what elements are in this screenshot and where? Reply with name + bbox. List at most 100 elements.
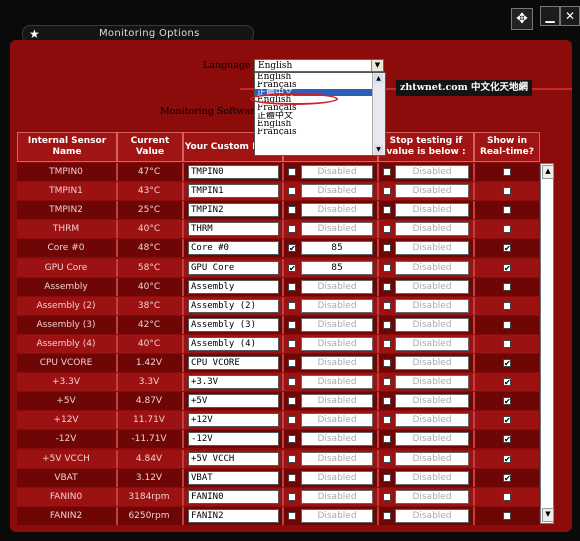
custom-name-input[interactable]: THRM bbox=[188, 222, 279, 237]
above-checkbox[interactable] bbox=[288, 378, 296, 387]
above-checkbox[interactable] bbox=[288, 282, 296, 291]
realtime-checkbox[interactable]: ✔ bbox=[503, 416, 511, 425]
below-value-input[interactable]: Disabled bbox=[395, 432, 469, 447]
custom-name-input[interactable]: +12V bbox=[188, 413, 279, 428]
realtime-checkbox[interactable]: ✔ bbox=[503, 397, 511, 406]
realtime-checkbox[interactable] bbox=[503, 511, 511, 520]
language-select[interactable]: English ▼ bbox=[254, 59, 384, 72]
scroll-down-icon[interactable]: ▼ bbox=[542, 508, 554, 522]
custom-name-input[interactable]: +5V bbox=[188, 394, 279, 409]
above-value-input[interactable]: Disabled bbox=[301, 298, 373, 313]
custom-name-input[interactable]: Assembly (4) bbox=[188, 336, 279, 351]
above-checkbox[interactable] bbox=[288, 511, 296, 520]
above-value-input[interactable]: Disabled bbox=[301, 451, 373, 466]
language-option[interactable]: Français bbox=[255, 104, 385, 112]
below-value-input[interactable]: Disabled bbox=[395, 356, 469, 370]
realtime-checkbox[interactable] bbox=[503, 301, 511, 310]
above-value-input[interactable]: Disabled bbox=[301, 508, 373, 523]
dropdown-scroll-up-icon[interactable]: ▲ bbox=[374, 74, 383, 83]
realtime-checkbox[interactable]: ✔ bbox=[503, 244, 511, 253]
below-value-input[interactable]: Disabled bbox=[395, 317, 469, 332]
above-value-input[interactable]: Disabled bbox=[301, 432, 373, 447]
realtime-checkbox[interactable]: ✔ bbox=[503, 359, 511, 368]
realtime-checkbox[interactable] bbox=[503, 320, 511, 329]
below-checkbox[interactable] bbox=[383, 359, 391, 367]
above-checkbox[interactable]: ✔ bbox=[288, 263, 296, 272]
above-checkbox[interactable] bbox=[288, 206, 296, 215]
custom-name-input[interactable]: +3.3V bbox=[188, 375, 279, 390]
below-checkbox[interactable] bbox=[383, 378, 391, 387]
above-value-input[interactable]: Disabled bbox=[301, 413, 373, 428]
realtime-checkbox[interactable] bbox=[503, 206, 511, 215]
dropdown-scroll-down-icon[interactable]: ▼ bbox=[374, 145, 383, 154]
above-checkbox[interactable] bbox=[288, 168, 296, 176]
above-value-input[interactable]: Disabled bbox=[301, 336, 373, 351]
below-checkbox[interactable] bbox=[383, 225, 391, 234]
minimize-button[interactable]: ▁ bbox=[540, 6, 560, 26]
below-checkbox[interactable] bbox=[383, 416, 391, 425]
realtime-checkbox[interactable]: ✔ bbox=[503, 378, 511, 387]
above-value-input[interactable]: Disabled bbox=[301, 489, 373, 504]
below-checkbox[interactable] bbox=[383, 320, 391, 329]
above-value-input[interactable]: Disabled bbox=[301, 356, 373, 370]
above-checkbox[interactable] bbox=[288, 320, 296, 329]
below-value-input[interactable]: Disabled bbox=[395, 165, 469, 179]
below-checkbox[interactable] bbox=[383, 511, 391, 520]
custom-name-input[interactable]: -12V bbox=[188, 432, 279, 447]
custom-name-input[interactable]: CPU VCORE bbox=[188, 356, 279, 370]
realtime-checkbox[interactable]: ✔ bbox=[503, 454, 511, 463]
above-value-input[interactable]: Disabled bbox=[301, 470, 373, 485]
realtime-checkbox[interactable] bbox=[503, 282, 511, 291]
custom-name-input[interactable]: FANIN0 bbox=[188, 489, 279, 504]
below-value-input[interactable]: Disabled bbox=[395, 508, 469, 523]
below-checkbox[interactable] bbox=[383, 187, 391, 196]
above-checkbox[interactable] bbox=[288, 225, 296, 234]
scroll-up-icon[interactable]: ▲ bbox=[542, 165, 554, 179]
above-checkbox[interactable] bbox=[288, 339, 296, 348]
below-checkbox[interactable] bbox=[383, 397, 391, 406]
below-checkbox[interactable] bbox=[383, 282, 391, 291]
realtime-checkbox[interactable]: ✔ bbox=[503, 263, 511, 272]
above-checkbox[interactable] bbox=[288, 492, 296, 501]
below-checkbox[interactable] bbox=[383, 301, 391, 310]
below-value-input[interactable]: Disabled bbox=[395, 489, 469, 504]
language-option[interactable]: English bbox=[255, 120, 385, 128]
realtime-checkbox[interactable] bbox=[503, 339, 511, 348]
below-value-input[interactable]: Disabled bbox=[395, 279, 469, 294]
below-value-input[interactable]: Disabled bbox=[395, 394, 469, 409]
custom-name-input[interactable]: Assembly (3) bbox=[188, 317, 279, 332]
below-checkbox[interactable] bbox=[383, 263, 391, 272]
custom-name-input[interactable]: Assembly bbox=[188, 279, 279, 294]
below-value-input[interactable]: Disabled bbox=[395, 451, 469, 466]
above-checkbox[interactable] bbox=[288, 454, 296, 463]
language-option[interactable]: Français bbox=[255, 81, 385, 89]
below-checkbox[interactable] bbox=[383, 206, 391, 215]
below-checkbox[interactable] bbox=[383, 492, 391, 501]
above-checkbox[interactable]: ✔ bbox=[288, 244, 296, 253]
above-value-input[interactable]: Disabled bbox=[301, 165, 373, 179]
realtime-checkbox[interactable] bbox=[503, 168, 511, 176]
realtime-checkbox[interactable]: ✔ bbox=[503, 435, 511, 444]
above-value-input[interactable]: Disabled bbox=[301, 375, 373, 390]
dropdown-scrollbar[interactable]: ▲ ▼ bbox=[372, 73, 385, 155]
language-option[interactable]: 正體中文 bbox=[255, 112, 385, 120]
above-value-input[interactable]: Disabled bbox=[301, 394, 373, 409]
below-value-input[interactable]: Disabled bbox=[395, 241, 469, 256]
chevron-down-icon[interactable]: ▼ bbox=[371, 60, 383, 71]
below-value-input[interactable]: Disabled bbox=[395, 222, 469, 237]
above-value-input[interactable]: 85 bbox=[301, 260, 373, 275]
below-value-input[interactable]: Disabled bbox=[395, 203, 469, 218]
close-button[interactable]: ✕ bbox=[560, 6, 580, 26]
above-value-input[interactable]: Disabled bbox=[301, 279, 373, 294]
custom-name-input[interactable]: TMPIN1 bbox=[188, 184, 279, 199]
above-checkbox[interactable] bbox=[288, 359, 296, 367]
above-value-input[interactable]: 85 bbox=[301, 241, 373, 256]
language-option[interactable]: Français bbox=[255, 128, 385, 136]
custom-name-input[interactable]: GPU Core bbox=[188, 260, 279, 275]
above-checkbox[interactable] bbox=[288, 473, 296, 482]
above-checkbox[interactable] bbox=[288, 187, 296, 196]
below-checkbox[interactable] bbox=[383, 454, 391, 463]
below-value-input[interactable]: Disabled bbox=[395, 375, 469, 390]
language-dropdown-list[interactable]: English Français 正體中文 English Français 正體中文 En… bbox=[254, 72, 386, 156]
above-checkbox[interactable] bbox=[288, 301, 296, 310]
